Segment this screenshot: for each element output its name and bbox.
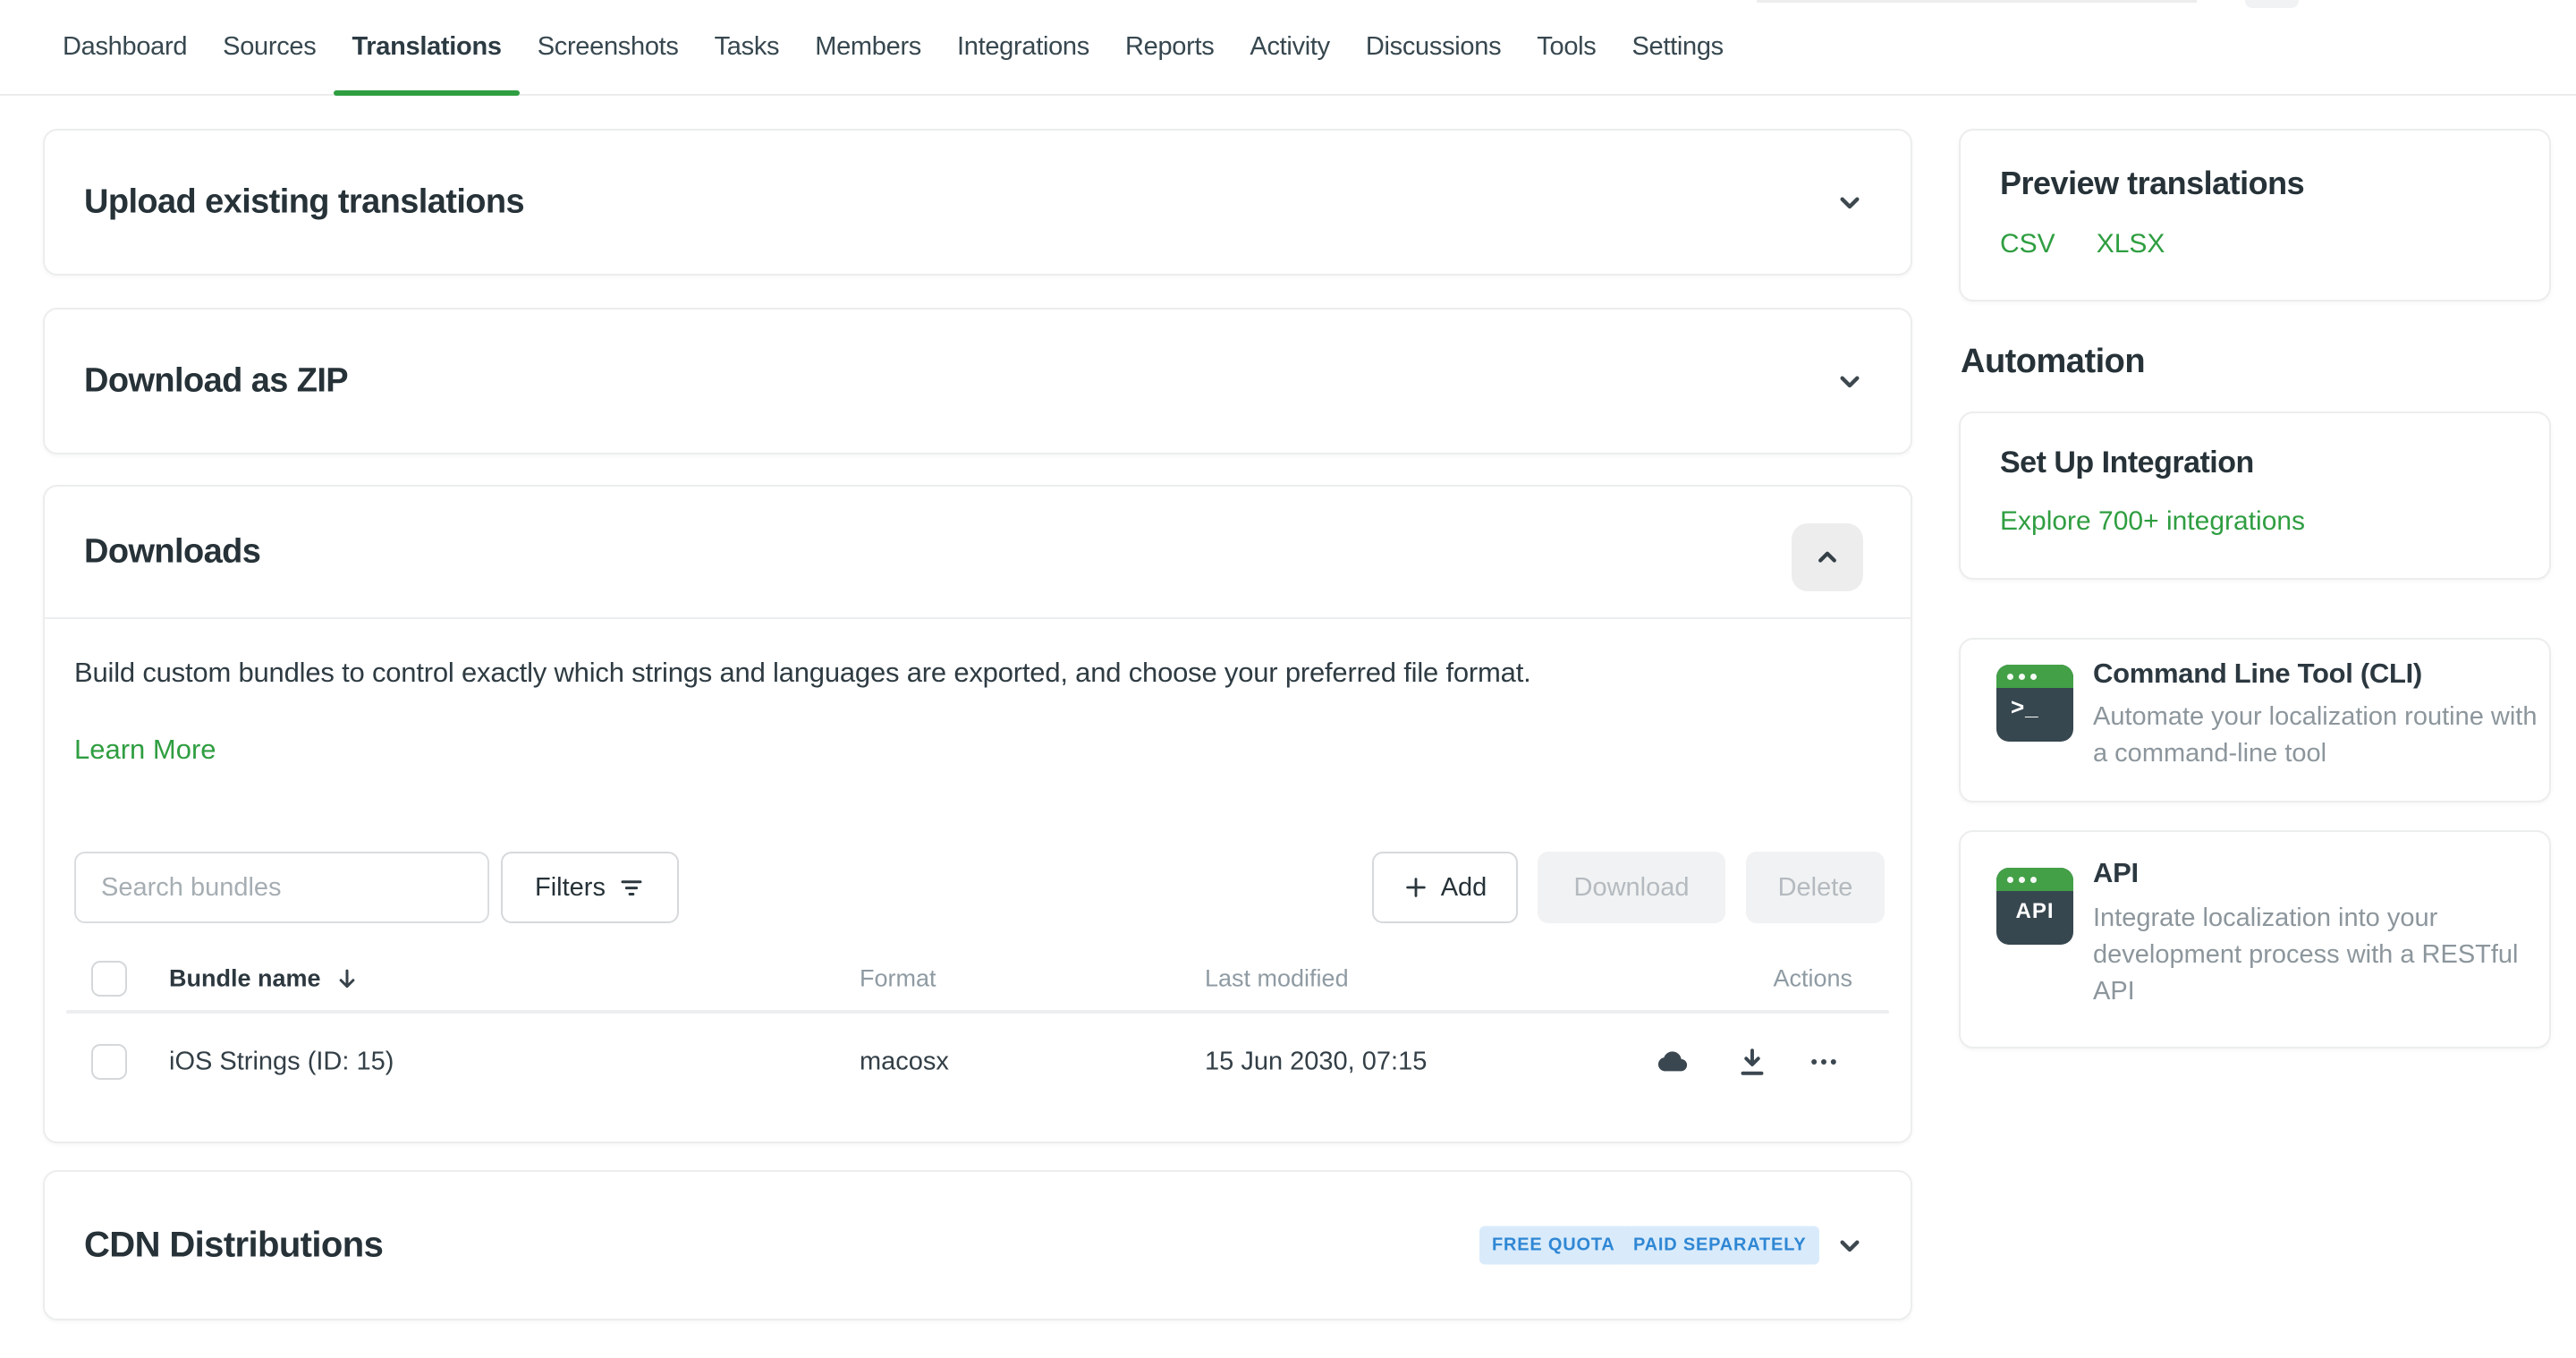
upload-translations-card[interactable]: Upload existing translations [43, 129, 1912, 276]
more-actions-icon[interactable] [1804, 1042, 1843, 1082]
download-zip-title: Download as ZIP [84, 362, 348, 401]
table-row: iOS Strings (ID: 15) macosx 15 Jun 2030,… [45, 1021, 1911, 1103]
downloads-description: Build custom bundles to control exactly … [74, 657, 1531, 689]
column-actions: Actions [1773, 965, 1852, 993]
tab-discussions[interactable]: Discussions [1348, 0, 1519, 94]
csv-link[interactable]: CSV [2000, 229, 2055, 259]
build-cloud-icon[interactable] [1652, 1042, 1691, 1082]
downloads-title: Downloads [84, 533, 260, 572]
select-all-checkbox[interactable] [91, 961, 127, 997]
paid-separately-badge: PAID SEPARATELY [1621, 1226, 1819, 1265]
column-bundle-name[interactable]: Bundle name [169, 965, 360, 993]
api-title: API [2093, 857, 2139, 889]
chevron-down-icon[interactable] [1832, 363, 1868, 399]
filters-button[interactable]: Filters [501, 852, 679, 923]
downloads-card: Downloads Build custom bundles to contro… [43, 485, 1912, 1143]
tab-reports[interactable]: Reports [1107, 0, 1232, 94]
terminal-icon: >_ [1996, 665, 2073, 742]
tab-dashboard[interactable]: Dashboard [45, 0, 205, 94]
preview-translations-card: Preview translations CSV XLSX [1959, 129, 2551, 301]
explore-integrations-link[interactable]: Explore 700+ integrations [2000, 506, 2305, 537]
divider [45, 617, 1911, 619]
cli-description: Automate your localization routine with … [2093, 699, 2554, 772]
bundle-name-label: Bundle name [169, 965, 321, 993]
preview-translations-title: Preview translations [2000, 165, 2304, 202]
add-label: Add [1441, 873, 1487, 903]
chevron-down-icon[interactable] [1832, 184, 1868, 220]
cli-card[interactable]: >_ Command Line Tool (CLI) Automate your… [1959, 638, 2551, 802]
downloads-header: Downloads [45, 487, 1911, 617]
upload-translations-title: Upload existing translations [84, 183, 524, 222]
api-card[interactable]: API API Integrate localization into your… [1959, 830, 2551, 1048]
tab-tools[interactable]: Tools [1519, 0, 1614, 94]
active-tab-underline [334, 90, 519, 96]
tab-activity[interactable]: Activity [1232, 0, 1347, 94]
free-quota-badge: FREE QUOTA [1479, 1226, 1628, 1265]
api-window-icon: API [1996, 868, 2073, 945]
tab-translations-label: Translations [352, 32, 501, 62]
filters-label: Filters [535, 873, 606, 903]
format-cell: macosx [860, 1048, 949, 1077]
set-up-integration-title: Set Up Integration [2000, 446, 2254, 480]
project-nav: Dashboard Sources Translations Screensho… [0, 0, 2576, 96]
collapse-downloads-button[interactable] [1792, 523, 1863, 591]
cli-title: Command Line Tool (CLI) [2093, 658, 2422, 690]
tab-members[interactable]: Members [797, 0, 939, 94]
chevron-down-icon[interactable] [1832, 1227, 1868, 1263]
chevron-up-icon [1812, 542, 1843, 573]
cdn-distributions-card[interactable]: CDN Distributions FREE QUOTA PAID SEPARA… [43, 1170, 1912, 1320]
bundle-checkbox[interactable] [91, 1044, 127, 1080]
add-bundle-button[interactable]: Add [1372, 852, 1518, 923]
cdn-distributions-title: CDN Distributions [84, 1226, 383, 1266]
tab-tasks[interactable]: Tasks [697, 0, 798, 94]
set-up-integration-card: Set Up Integration Explore 700+ integrat… [1959, 412, 2551, 580]
bundle-name-cell[interactable]: iOS Strings (ID: 15) [169, 1048, 394, 1077]
download-zip-card[interactable]: Download as ZIP [43, 308, 1912, 454]
filter-icon [618, 874, 645, 901]
divider [66, 1010, 1889, 1014]
bundles-table-header: Bundle name Format Last modified Actions [45, 945, 1911, 1013]
preview-links: CSV XLSX [2000, 229, 2165, 259]
api-description: Integrate localization into your develop… [2093, 900, 2554, 1010]
tab-sources[interactable]: Sources [205, 0, 334, 94]
tab-screenshots[interactable]: Screenshots [520, 0, 697, 94]
learn-more-link[interactable]: Learn More [74, 734, 216, 766]
column-last-modified: Last modified [1205, 965, 1349, 993]
sort-descending-icon [334, 965, 360, 992]
search-bundles-input[interactable] [74, 852, 489, 923]
download-bundle-icon[interactable] [1733, 1042, 1772, 1082]
delete-selected-button[interactable]: Delete [1746, 852, 1885, 923]
page: Dashboard Sources Translations Screensho… [0, 0, 2576, 1358]
xlsx-link[interactable]: XLSX [2097, 229, 2165, 259]
tab-settings[interactable]: Settings [1614, 0, 1741, 94]
download-selected-button[interactable]: Download [1538, 852, 1725, 923]
tab-translations[interactable]: Translations [334, 0, 519, 94]
tab-integrations[interactable]: Integrations [939, 0, 1107, 94]
last-modified-cell: 15 Jun 2030, 07:15 [1205, 1048, 1427, 1077]
plus-icon [1403, 875, 1428, 900]
automation-heading: Automation [1961, 343, 2145, 381]
column-format: Format [860, 965, 936, 993]
